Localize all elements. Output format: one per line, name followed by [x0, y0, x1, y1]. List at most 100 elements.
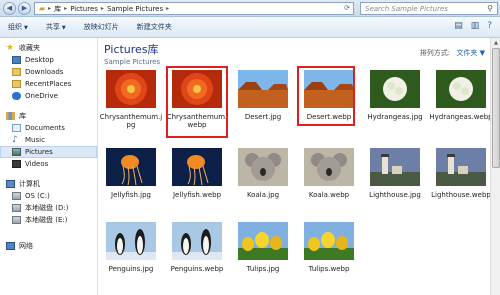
computer-icon	[6, 180, 15, 188]
file-name: Chrysanthemum.jpg	[99, 113, 163, 129]
nav-drive-c[interactable]: OS (C:)	[0, 190, 97, 202]
nav-favorites[interactable]: ★ 收藏夹	[0, 42, 97, 54]
library-icon	[6, 112, 15, 120]
lighthouse-thumbnail	[436, 148, 486, 186]
drive-icon	[12, 192, 21, 200]
file-item[interactable]: Jellyfish.webp	[165, 148, 229, 199]
nav-label: 库	[19, 112, 26, 120]
view-options-icon[interactable]: ▤	[454, 21, 463, 31]
share-label: 共享	[45, 23, 60, 31]
desert-thumbnail	[238, 70, 288, 108]
nav-pictures[interactable]: Pictures	[0, 146, 97, 158]
file-item[interactable]: Chrysanthemum.jpg	[99, 70, 163, 129]
nav-network[interactable]: 网络	[0, 240, 97, 252]
share-button[interactable]: 共享 ▼	[46, 22, 66, 32]
star-icon: ★	[6, 43, 15, 53]
breadcrumb-sample-pictures[interactable]: Sample Pictures	[107, 5, 163, 13]
breadcrumb-library[interactable]: 库	[54, 4, 61, 14]
file-item[interactable]: Hydrangeas.webp	[429, 70, 493, 121]
search-box[interactable]: ⚲	[360, 2, 498, 15]
nav-label: Desktop	[25, 56, 54, 64]
file-item[interactable]: Lighthouse.jpg	[363, 148, 427, 199]
chevron-down-icon: ▼	[24, 25, 28, 31]
nav-drive-e[interactable]: 本地磁盘 (E:)	[0, 214, 97, 226]
downloads-icon	[12, 68, 21, 76]
preview-pane-icon[interactable]: ▥	[471, 21, 480, 31]
organize-button[interactable]: 组织 ▼	[8, 22, 28, 32]
file-name: Tulips.webp	[308, 265, 350, 273]
vertical-scrollbar[interactable]: ▲	[490, 38, 500, 295]
nav-videos[interactable]: Videos	[0, 158, 97, 170]
nav-label: RecentPlaces	[25, 80, 72, 88]
file-item[interactable]: Penguins.webp	[165, 222, 229, 273]
command-bar: 组织 ▼ 共享 ▼ 放映幻灯片 新建文件夹 ▤ ▥ ?	[0, 17, 500, 38]
library-title: Pictures库	[104, 43, 159, 56]
search-icon[interactable]: ⚲	[487, 4, 493, 13]
file-name: Koala.webp	[308, 191, 350, 199]
back-button[interactable]: ◀	[3, 2, 16, 15]
breadcrumb-separator: ▸	[64, 5, 68, 12]
organize-label: 组织	[8, 23, 22, 31]
arrange-by-dropdown[interactable]: 文件夹 ▼	[456, 49, 485, 57]
file-item[interactable]: Desert.jpg	[231, 70, 295, 121]
nav-label: 网络	[19, 242, 33, 250]
chrysanthemum-thumbnail	[106, 70, 156, 108]
nav-onedrive[interactable]: OneDrive	[0, 90, 97, 102]
chevron-down-icon: ▼	[61, 25, 66, 31]
koala-thumbnail	[238, 148, 288, 186]
nav-desktop[interactable]: Desktop	[0, 54, 97, 66]
breadcrumb-separator: ▸	[100, 5, 104, 12]
forward-button[interactable]: ▶	[18, 2, 31, 15]
nav-computer[interactable]: 计算机	[0, 178, 97, 190]
nav-label: OneDrive	[25, 92, 58, 100]
nav-documents[interactable]: Documents	[0, 122, 97, 134]
file-name: Penguins.jpg	[108, 265, 154, 273]
pictures-icon	[12, 148, 21, 156]
hydrangeas-thumbnail	[436, 70, 486, 108]
file-name: Hydrangeas.jpg	[367, 113, 423, 121]
library-subtitle: Sample Pictures	[104, 58, 161, 66]
address-bar[interactable]: ▰ ▸ 库 ▸ Pictures ▸ Sample Pictures ▸	[34, 2, 354, 15]
recent-places-icon	[12, 80, 21, 88]
file-item[interactable]: Lighthouse.webp	[429, 148, 493, 199]
nav-libraries[interactable]: 库	[0, 110, 97, 122]
nav-label: Music	[25, 136, 45, 144]
file-item[interactable]: Tulips.webp	[297, 222, 361, 273]
penguins-thumbnail	[172, 222, 222, 260]
file-name: Tulips.jpg	[246, 265, 280, 273]
nav-label: 计算机	[19, 180, 40, 188]
file-item[interactable]: Jellyfish.jpg	[99, 148, 163, 199]
nav-drive-d[interactable]: 本地磁盘 (D:)	[0, 202, 97, 214]
arrange-label: 排列方式:	[419, 49, 451, 57]
tulips-thumbnail	[304, 222, 354, 260]
file-item[interactable]: Koala.webp	[297, 148, 361, 199]
refresh-icon[interactable]: ⟳	[341, 2, 354, 15]
scrollbar-thumb[interactable]	[492, 48, 500, 168]
nav-label: 本地磁盘 (E:)	[25, 216, 68, 224]
help-icon[interactable]: ?	[487, 21, 492, 31]
search-input[interactable]	[365, 4, 475, 13]
new-folder-button[interactable]: 新建文件夹	[137, 22, 172, 32]
folder-icon: ▰	[39, 4, 46, 13]
file-view: Pictures库 Sample Pictures 排列方式: 文件夹 ▼ Ch…	[99, 38, 493, 295]
breadcrumb-separator: ▸	[48, 5, 52, 12]
file-name: Jellyfish.jpg	[111, 191, 151, 199]
breadcrumb-pictures[interactable]: Pictures	[70, 5, 98, 13]
file-item[interactable]: Koala.jpg	[231, 148, 295, 199]
nav-music[interactable]: ♪ Music	[0, 134, 97, 146]
nav-label: 本地磁盘 (D:)	[25, 204, 69, 212]
highlight-box	[166, 66, 228, 138]
jellyfish-thumbnail	[106, 148, 156, 186]
slideshow-button[interactable]: 放映幻灯片	[84, 22, 119, 32]
navigation-pane: ★ 收藏夹 Desktop Downloads RecentPlaces One…	[0, 38, 98, 295]
file-item[interactable]: Hydrangeas.jpg	[363, 70, 427, 121]
nav-downloads[interactable]: Downloads	[0, 66, 97, 78]
nav-label: Videos	[25, 160, 49, 168]
file-item[interactable]: Penguins.jpg	[99, 222, 163, 273]
nav-recent-places[interactable]: RecentPlaces	[0, 78, 97, 90]
videos-icon	[12, 160, 21, 168]
file-item[interactable]: Tulips.jpg	[231, 222, 295, 273]
scroll-up-icon[interactable]: ▲	[491, 38, 500, 48]
jellyfish-thumbnail	[172, 148, 222, 186]
nav-label: Downloads	[25, 68, 64, 76]
